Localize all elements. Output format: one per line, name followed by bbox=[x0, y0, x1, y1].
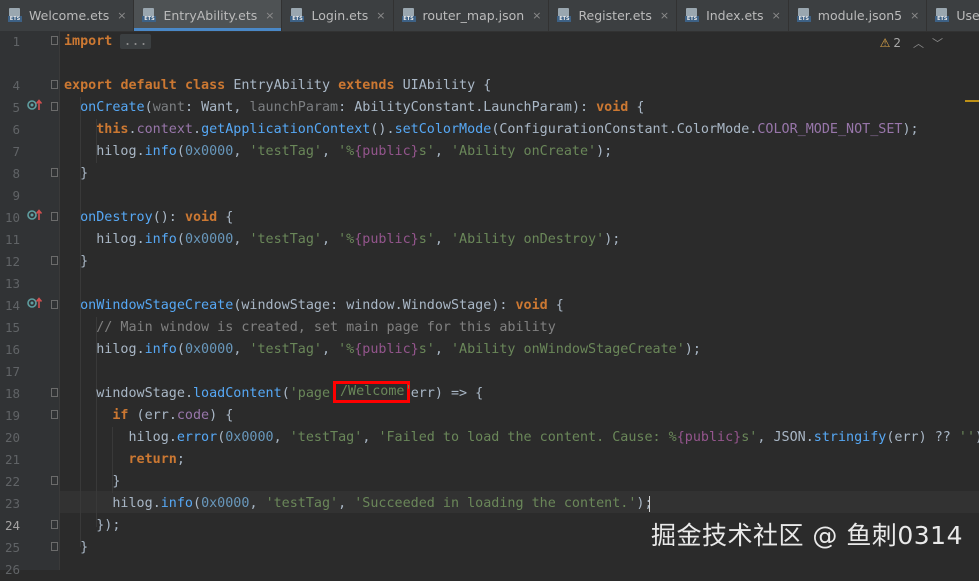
text-caret bbox=[649, 496, 650, 512]
tab-entryability-ets[interactable]: ETS EntryAbility.ets × bbox=[134, 0, 283, 31]
line-number: 13 bbox=[4, 276, 20, 291]
error-stripe-mark[interactable] bbox=[965, 100, 979, 102]
tab-register-ets[interactable]: ETS Register.ets × bbox=[549, 0, 678, 31]
fold-marker-icon[interactable] bbox=[51, 410, 58, 419]
ets-file-icon: ETS bbox=[557, 8, 572, 23]
fold-marker-icon[interactable] bbox=[51, 212, 58, 221]
code-line-8[interactable]: hilog.info(0x0000, 'testTag', '%{public}… bbox=[64, 141, 612, 163]
line-number: 12 bbox=[4, 254, 20, 269]
tab-label: Index.ets bbox=[706, 8, 764, 23]
line-number: 7 bbox=[12, 144, 20, 159]
code-line-17[interactable]: hilog.info(0x0000, 'testTag', '%{public}… bbox=[64, 339, 701, 361]
fold-marker-icon[interactable] bbox=[51, 300, 58, 309]
json5-file-icon: ETS bbox=[796, 8, 812, 23]
code-line-23[interactable]: } bbox=[64, 471, 120, 493]
line-number: 16 bbox=[4, 342, 20, 357]
override-method-icon[interactable] bbox=[27, 98, 43, 112]
tab-userin[interactable]: ETS UserIn bbox=[927, 0, 979, 31]
fold-marker-icon[interactable] bbox=[51, 388, 58, 397]
tab-label: Welcome.ets bbox=[29, 8, 110, 23]
line-number: 26 bbox=[4, 562, 20, 577]
tab-label: module.json5 bbox=[817, 8, 903, 23]
code-line-20[interactable]: if (err.code) { bbox=[64, 405, 233, 427]
line-number: 17 bbox=[4, 364, 20, 379]
tab-router-map-json[interactable]: ETS router_map.json × bbox=[394, 0, 550, 31]
code-line-1[interactable]: import ... bbox=[64, 31, 151, 53]
override-method-icon[interactable] bbox=[27, 296, 43, 310]
code-editor[interactable]: import ... export default class EntryAbi… bbox=[60, 31, 979, 570]
tab-label: UserIn bbox=[956, 8, 979, 23]
ets-file-icon: ETS bbox=[142, 8, 157, 23]
line-number: 1 bbox=[12, 34, 20, 49]
code-line-12[interactable]: hilog.info(0x0000, 'testTag', '%{public}… bbox=[64, 229, 620, 251]
code-line-16[interactable]: // Main window is created, set main page… bbox=[64, 317, 556, 339]
code-line-9[interactable]: } bbox=[64, 163, 88, 185]
folded-imports[interactable]: ... bbox=[120, 34, 151, 49]
line-number: 18 bbox=[4, 386, 20, 401]
line-number: 6 bbox=[12, 122, 20, 137]
ets-file-icon: ETS bbox=[290, 8, 305, 23]
close-icon[interactable]: × bbox=[660, 9, 669, 22]
code-line-19[interactable]: windowStage.loadContent('page (err) => { bbox=[64, 383, 483, 405]
tab-welcome-ets[interactable]: ETS Welcome.ets × bbox=[0, 0, 135, 31]
code-line-21[interactable]: hilog.error(0x0000, 'testTag', 'Failed t… bbox=[64, 427, 979, 449]
line-number: 19 bbox=[4, 408, 20, 423]
line-number: 9 bbox=[12, 188, 20, 203]
ets-file-icon: ETS bbox=[685, 8, 700, 23]
line-number: 8 bbox=[12, 166, 20, 181]
code-line-22[interactable]: return; bbox=[64, 449, 185, 471]
code-line-11[interactable]: onDestroy(): void { bbox=[64, 207, 233, 229]
fold-marker-icon[interactable] bbox=[51, 542, 58, 551]
line-number: 15 bbox=[4, 320, 20, 335]
ets-file-icon: ETS bbox=[935, 8, 950, 23]
tab-label: Register.ets bbox=[578, 8, 652, 23]
line-number: 10 bbox=[4, 210, 20, 225]
override-method-icon[interactable] bbox=[27, 208, 43, 222]
close-icon[interactable]: × bbox=[532, 9, 541, 22]
code-line-5[interactable]: export default class EntryAbility extend… bbox=[64, 75, 491, 97]
tab-index-ets[interactable]: ETS Index.ets × bbox=[677, 0, 789, 31]
tab-label: EntryAbility.ets bbox=[163, 8, 258, 23]
tab-label: router_map.json bbox=[422, 8, 525, 23]
fold-marker-icon[interactable] bbox=[51, 102, 58, 111]
close-icon[interactable]: × bbox=[265, 9, 274, 22]
close-icon[interactable]: × bbox=[772, 9, 781, 22]
fold-marker-icon[interactable] bbox=[51, 476, 58, 485]
highlight-box: /Welcome' bbox=[333, 381, 413, 403]
page-path-highlight: /Welcome' bbox=[340, 384, 413, 399]
code-line-24[interactable]: hilog.info(0x0000, 'testTag', 'Succeeded… bbox=[64, 493, 652, 515]
line-number: 4 bbox=[12, 78, 20, 93]
close-icon[interactable]: × bbox=[117, 9, 126, 22]
code-line-26[interactable]: } bbox=[64, 537, 88, 559]
fold-marker-icon[interactable] bbox=[51, 36, 58, 45]
watermark: 掘金技术社区 @ 鱼刺0314 bbox=[650, 521, 963, 550]
line-number: 11 bbox=[4, 232, 20, 247]
line-gutter: 1 4 5 6 7 8 9 10 11 12 13 14 15 16 17 18 19 20 21 22 23 24 25 2… bbox=[0, 31, 60, 577]
tab-module-json5[interactable]: ETS module.json5 × bbox=[789, 0, 928, 31]
line-number: 20 bbox=[4, 430, 20, 445]
line-number: 14 bbox=[4, 298, 20, 313]
close-icon[interactable]: × bbox=[376, 9, 385, 22]
fold-marker-icon[interactable] bbox=[51, 256, 58, 265]
close-icon[interactable]: × bbox=[910, 9, 919, 22]
line-number: 5 bbox=[12, 100, 20, 115]
code-line-7[interactable]: this.context.getApplicationContext().set… bbox=[64, 119, 918, 141]
tab-label: Login.ets bbox=[311, 8, 369, 23]
fold-marker-icon[interactable] bbox=[51, 168, 58, 177]
code-line-15[interactable]: onWindowStageCreate(windowStage: window.… bbox=[64, 295, 564, 317]
editor-tab-bar: ETS Welcome.ets × ETS EntryAbility.ets × ETS Lo… bbox=[0, 0, 979, 32]
code-line-13[interactable]: } bbox=[64, 251, 88, 273]
line-number: 22 bbox=[4, 474, 20, 489]
json-file-icon: ETS bbox=[401, 8, 417, 23]
fold-marker-icon[interactable] bbox=[51, 520, 58, 529]
tab-login-ets[interactable]: ETS Login.ets × bbox=[282, 0, 394, 31]
line-number: 25 bbox=[4, 540, 20, 555]
line-number: 23 bbox=[4, 496, 20, 511]
line-number: 24 bbox=[4, 518, 20, 533]
fold-marker-icon[interactable] bbox=[51, 80, 58, 89]
ets-file-icon: ETS bbox=[8, 8, 23, 23]
code-line-6[interactable]: onCreate(want: Want, launchParam: Abilit… bbox=[64, 97, 644, 119]
line-number: 21 bbox=[4, 452, 20, 467]
code-line-25[interactable]: }); bbox=[64, 515, 120, 537]
